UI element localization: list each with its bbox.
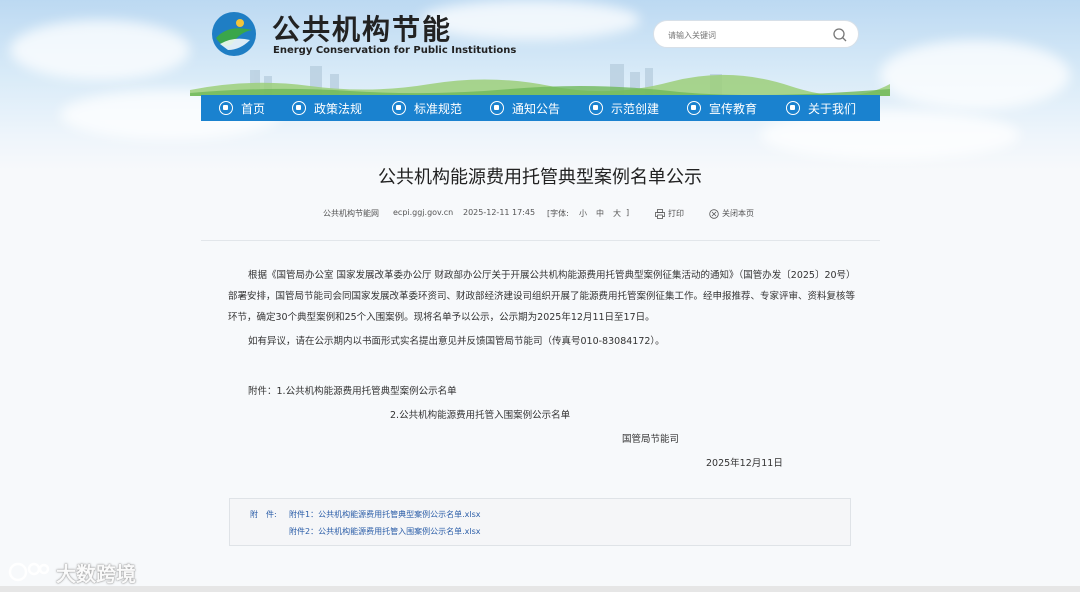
font-large-button[interactable]: 大: [613, 208, 621, 219]
font-small-button[interactable]: 小: [579, 208, 587, 219]
watermark: 大数跨境: [8, 558, 136, 586]
title-divider: [201, 240, 880, 241]
article-paragraph: 根据《国管局办公室 国家发展改革委办公厅 财政部办公厅关于开展公共机构能源费用托…: [228, 270, 856, 323]
nav-item-label: 关于我们: [808, 101, 857, 116]
site-logo[interactable]: [210, 10, 258, 58]
print-label: 打印: [668, 209, 684, 218]
attachment-link-2[interactable]: 附件2：公共机构能源费用托管入围案例公示名单.xlsx: [289, 526, 481, 537]
bottom-bar: [0, 586, 1080, 592]
search-input[interactable]: [666, 27, 830, 43]
print-icon: [655, 208, 665, 219]
nav-item-home[interactable]: 首页: [219, 95, 265, 121]
article-paragraph: 如有异议，请在公示期内以书面形式实名提出意见并反馈国管局节能司（传真号010-8…: [248, 336, 665, 347]
font-size-close-bracket: ]: [626, 208, 630, 217]
site-subtitle: Energy Conservation for Public Instituti…: [273, 45, 517, 56]
nav-item-label: 示范创建: [611, 101, 660, 116]
attachments-box: 附 件: 附件1：公共机构能源费用托管典型案例公示名单.xlsx 附件2：公共机…: [229, 498, 851, 546]
nav-item-education[interactable]: 宣传教育: [687, 95, 757, 121]
article-sign-date: 2025年12月11日: [706, 458, 783, 469]
education-icon: [687, 101, 701, 115]
city-skyline-illustration: [190, 64, 890, 96]
home-icon: [219, 101, 233, 115]
close-page-button[interactable]: 关闭本页: [709, 208, 754, 219]
watermark-text: 大数跨境: [56, 561, 136, 586]
attachment-line-2: 2.公共机构能源费用托管入围案例公示名单: [390, 410, 571, 421]
search-box[interactable]: [653, 20, 859, 48]
main-nav: 首页 政策法规 标准规范 通知公告 示范创建 宣传教育 关于我们: [201, 95, 880, 121]
nav-item-label: 宣传教育: [709, 101, 758, 116]
close-icon: [709, 208, 719, 219]
about-icon: [786, 101, 800, 115]
attachments-label: 附 件:: [250, 510, 277, 519]
nav-item-notices[interactable]: 通知公告: [490, 95, 560, 121]
attachment-line-1: 附件：1.公共机构能源费用托管典型案例公示名单: [248, 386, 457, 397]
site-title: 公共机构节能: [272, 13, 453, 46]
nav-item-label: 政策法规: [314, 101, 363, 116]
article-title: 公共机构能源费用托管典型案例名单公示: [378, 167, 702, 188]
article-source: 公共机构节能网: [323, 209, 379, 218]
notice-icon: [490, 101, 504, 115]
nav-item-label: 首页: [241, 101, 266, 116]
font-medium-button[interactable]: 中: [596, 208, 604, 219]
standard-icon: [392, 101, 406, 115]
article-date: 2025-12-11 17:45: [463, 208, 536, 217]
font-size-label: [字体:: [547, 209, 569, 218]
policy-icon: [292, 101, 306, 115]
nav-item-about[interactable]: 关于我们: [786, 95, 856, 121]
demo-icon: [589, 101, 603, 115]
nav-item-demo[interactable]: 示范创建: [589, 95, 659, 121]
print-button[interactable]: 打印: [655, 208, 684, 219]
nav-item-standards[interactable]: 标准规范: [392, 95, 462, 121]
attachment-link-1[interactable]: 附件1：公共机构能源费用托管典型案例公示名单.xlsx: [289, 509, 481, 520]
nav-item-label: 标准规范: [414, 101, 463, 116]
nav-item-policy[interactable]: 政策法规: [292, 95, 362, 121]
article-domain: ecpi.ggj.gov.cn: [393, 208, 454, 217]
search-icon[interactable]: [832, 27, 848, 43]
watermark-logo-icon: [8, 562, 50, 582]
close-page-label: 关闭本页: [722, 209, 754, 218]
nav-item-label: 通知公告: [512, 101, 561, 116]
article-signature: 国管局节能司: [622, 434, 680, 445]
